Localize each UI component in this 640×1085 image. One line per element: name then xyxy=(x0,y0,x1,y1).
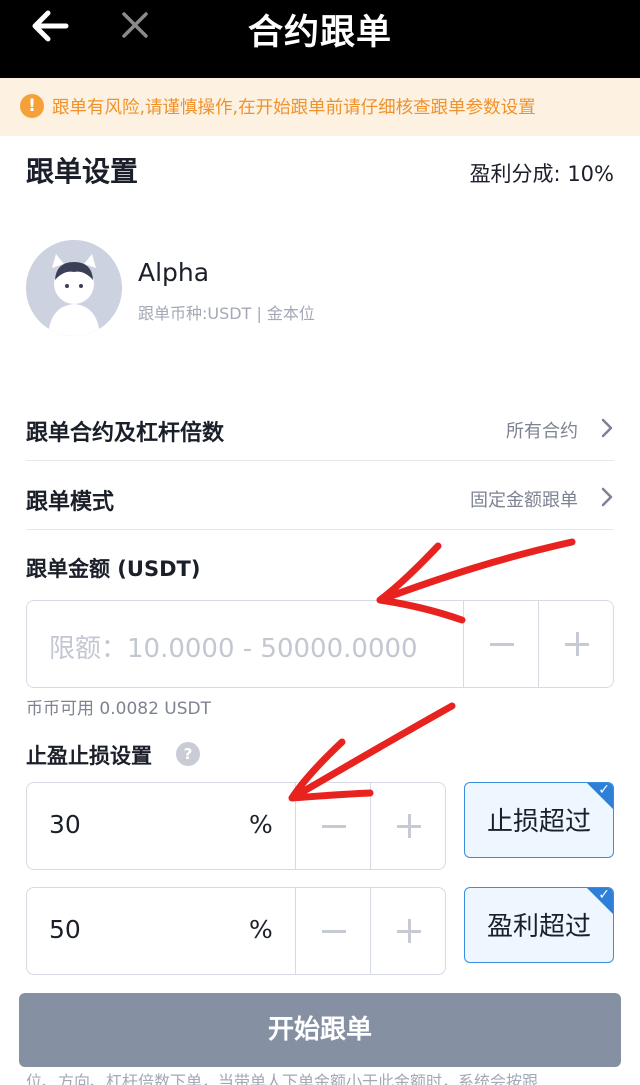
available-balance: 币币可用 0.0082 USDT xyxy=(26,699,211,719)
percent-unit: % xyxy=(249,915,273,944)
risk-warning-banner: ! 跟单有风险,请谨慎操作,在开始跟单前请仔细核查跟单参数设置 xyxy=(0,78,640,136)
row-label: 跟单模式 xyxy=(26,490,115,515)
take-profit-value: 50 xyxy=(49,915,81,944)
profit-share: 盈利分成: 10% xyxy=(469,162,614,186)
trader-subtitle: 跟单币种:USDT | 金本位 xyxy=(138,304,315,323)
footer-note: 位、方向、杠杆倍数下单，当带单人下单金额小于此金额时，系统会按跟 xyxy=(26,1072,539,1085)
amount-input[interactable]: 限额：10.0000 - 50000.0000 xyxy=(26,600,614,688)
take-profit-minus-button[interactable] xyxy=(295,888,371,974)
chevron-right-icon xyxy=(601,487,613,507)
check-icon: ✓ xyxy=(598,887,610,903)
amount-placeholder: 限额：10.0000 - 50000.0000 xyxy=(49,634,418,664)
start-copy-button[interactable]: 开始跟单 xyxy=(19,993,621,1067)
trader-name: Alpha xyxy=(138,258,210,287)
row-value: 固定金额跟单 xyxy=(470,490,578,511)
help-icon[interactable]: ? xyxy=(176,742,200,766)
amount-plus-button[interactable] xyxy=(538,601,614,687)
amount-label: 跟单金额 (USDT) xyxy=(26,557,201,581)
stop-loss-minus-button[interactable] xyxy=(295,783,371,869)
stop-loss-plus-button[interactable] xyxy=(370,783,446,869)
take-profit-input[interactable]: 50 % xyxy=(26,887,446,975)
page-title: 合约跟单 xyxy=(247,13,392,53)
copy-mode-row[interactable]: 跟单模式 固定金额跟单 xyxy=(26,462,614,530)
stop-loss-input[interactable]: 30 % xyxy=(26,782,446,870)
take-profit-toggle[interactable]: 盈利超过 ✓ xyxy=(464,887,614,963)
stop-loss-toggle[interactable]: 止损超过 ✓ xyxy=(464,782,614,858)
percent-unit: % xyxy=(249,810,273,839)
take-profit-plus-button[interactable] xyxy=(370,888,446,974)
section-title: 跟单设置 xyxy=(26,155,139,188)
check-icon: ✓ xyxy=(598,782,610,798)
warning-icon: ! xyxy=(20,94,44,118)
chevron-right-icon xyxy=(601,418,613,438)
contract-leverage-row[interactable]: 跟单合约及杠杆倍数 所有合约 xyxy=(26,393,614,461)
row-value: 所有合约 xyxy=(506,421,578,442)
avatar xyxy=(26,240,122,336)
warning-text: 跟单有风险,请谨慎操作,在开始跟单前请仔细核查跟单参数设置 xyxy=(52,98,536,118)
row-label: 跟单合约及杠杆倍数 xyxy=(26,421,225,446)
stop-loss-value: 30 xyxy=(49,810,81,839)
amount-minus-button[interactable] xyxy=(463,601,539,687)
top-bar: 合约跟单 xyxy=(0,0,640,78)
tpsl-label: 止盈止损设置 xyxy=(26,744,152,768)
